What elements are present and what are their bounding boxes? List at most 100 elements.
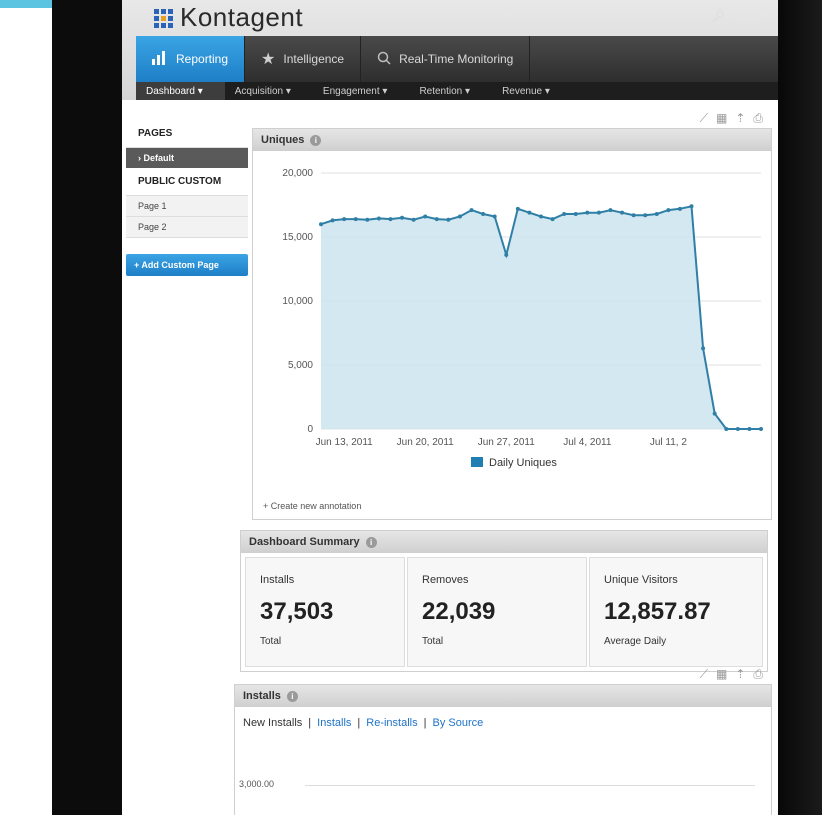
panel-title-bar: Dashboard Summary i: [241, 531, 767, 553]
export-icon[interactable]: ⇡: [735, 667, 745, 682]
data-point: [319, 222, 323, 227]
data-point: [446, 217, 451, 222]
data-point: [365, 217, 370, 222]
brand-name: Kontagent: [180, 2, 304, 32]
summary-removes: Removes 22,039 Total: [407, 557, 587, 667]
info-icon[interactable]: i: [365, 536, 377, 548]
print-icon[interactable]: ⎙: [753, 111, 763, 126]
add-custom-page-button[interactable]: + Add Custom Page: [126, 254, 248, 276]
data-point: [388, 217, 393, 222]
separator: |: [357, 717, 361, 729]
sidebar-item-default[interactable]: › Default: [126, 148, 248, 168]
data-point: [712, 411, 717, 416]
data-point: [701, 346, 706, 351]
data-point: [411, 217, 416, 222]
summary-sub: Total: [422, 636, 444, 647]
sidebar-pages-header: PAGES: [126, 120, 248, 148]
data-point: [735, 427, 740, 431]
create-annotation-link[interactable]: + Create new annotation: [263, 501, 361, 511]
bar-chart-icon: [152, 50, 168, 68]
data-point: [469, 208, 474, 213]
data-point: [620, 210, 625, 215]
data-point: [527, 210, 532, 215]
data-point: [747, 427, 752, 431]
device-bezel-left: [52, 0, 122, 815]
star-icon: ★: [261, 51, 276, 68]
y-tick-label: 0: [307, 424, 313, 435]
legend-swatch: [471, 457, 483, 467]
info-icon[interactable]: i: [286, 690, 298, 702]
data-point: [608, 208, 613, 213]
summary-label: Removes: [422, 574, 469, 586]
export-icon[interactable]: ⇡: [735, 111, 745, 126]
summary-sub: Average Daily: [604, 636, 667, 647]
table-icon[interactable]: ▦: [716, 111, 727, 126]
data-point: [434, 217, 439, 222]
tools-button[interactable]: Tools: [710, 10, 760, 27]
x-tick-label: Jun 20, 2011: [397, 437, 455, 448]
device-bezel-right: [776, 0, 822, 815]
panel-toolbar: ⟋ ▦ ⇡ ⎙: [700, 667, 763, 682]
data-point: [481, 211, 486, 216]
tab-intelligence[interactable]: ★ Intelligence: [245, 36, 362, 82]
data-point: [562, 211, 567, 216]
data-point: [492, 214, 497, 219]
print-icon[interactable]: ⎙: [753, 667, 763, 682]
data-point: [376, 216, 381, 221]
data-point: [330, 218, 335, 223]
data-point: [353, 217, 358, 222]
data-point: [342, 217, 347, 222]
tools-label: Tools: [731, 11, 760, 26]
link-re-installs[interactable]: Re-installs: [366, 717, 417, 729]
subnav-dashboard[interactable]: Dashboard ▾: [136, 82, 225, 100]
logo-icon: [154, 8, 173, 28]
chart-x-ticks: Jun 13, 2011 Jun 20, 2011 Jun 27, 2011 Jul …: [316, 437, 688, 448]
tab-reporting[interactable]: Reporting: [136, 36, 246, 82]
table-icon[interactable]: ▦: [716, 667, 727, 682]
brand-logo[interactable]: Kontagent: [152, 2, 303, 33]
subnav-retention[interactable]: Retention ▾: [409, 86, 492, 97]
link-installs[interactable]: Installs: [317, 717, 351, 729]
summary-title: Dashboard Summary: [249, 536, 360, 548]
summary-value: 37,503: [260, 598, 334, 625]
summary-sub: Total: [260, 636, 282, 647]
line-chart-icon[interactable]: ⟋: [700, 667, 708, 682]
subnav-revenue[interactable]: Revenue ▾: [492, 86, 572, 97]
data-point: [504, 252, 509, 257]
panel-title-bar: Installs i: [235, 685, 771, 707]
installs-y-tick: 3,000.00: [239, 779, 275, 789]
uniques-panel: ⟋ ▦ ⇡ ⎙ Uniques i 0 5,000 10,000 15,000 20,0…: [252, 111, 772, 520]
data-point: [573, 211, 578, 216]
sidebar-item-page-1[interactable]: Page 1: [126, 196, 248, 217]
top-tab-bar: Reporting ★ Intelligence Real-Time Monit…: [136, 36, 778, 82]
data-point: [539, 214, 543, 219]
magnifier-icon: [377, 51, 391, 68]
data-point: [457, 214, 462, 219]
line-chart-icon[interactable]: ⟋: [700, 111, 708, 126]
link-by-source[interactable]: By Source: [432, 717, 483, 729]
installs-title: Installs: [243, 690, 281, 702]
data-point: [677, 206, 682, 211]
panel-title-bar: Uniques i: [253, 129, 771, 151]
y-tick-label: 20,000: [282, 168, 313, 179]
data-point: [400, 215, 405, 220]
tab-label: Intelligence: [283, 52, 345, 66]
y-tick-label: 10,000: [282, 296, 313, 307]
tab-real-time-monitoring[interactable]: Real-Time Monitoring: [361, 36, 531, 82]
subnav-label: Dashboard: [146, 85, 195, 97]
subnav-label: Acquisition: [234, 85, 284, 97]
subnav-acquisition[interactable]: Acquisition ▾: [225, 86, 313, 97]
y-tick-label: 15,000: [282, 232, 313, 243]
sidebar-public-custom-header: PUBLIC CUSTOM: [126, 168, 248, 196]
tab-label: Real-Time Monitoring: [399, 52, 514, 66]
info-icon[interactable]: i: [310, 134, 322, 146]
data-point: [423, 214, 428, 219]
sidebar-item-page-2[interactable]: Page 2: [126, 217, 248, 238]
uniques-title: Uniques: [261, 134, 305, 146]
link-new-installs[interactable]: New Installs: [243, 717, 302, 729]
x-tick-label: Jun 27, 2011: [478, 437, 536, 448]
data-point: [550, 217, 555, 222]
app-screen: Kontagent Reporting ★ Intelligence Real-…: [122, 0, 778, 815]
sidebar: PAGES › Default PUBLIC CUSTOM Page 1 Pag…: [126, 120, 248, 276]
subnav-engagement[interactable]: Engagement ▾: [313, 86, 410, 97]
